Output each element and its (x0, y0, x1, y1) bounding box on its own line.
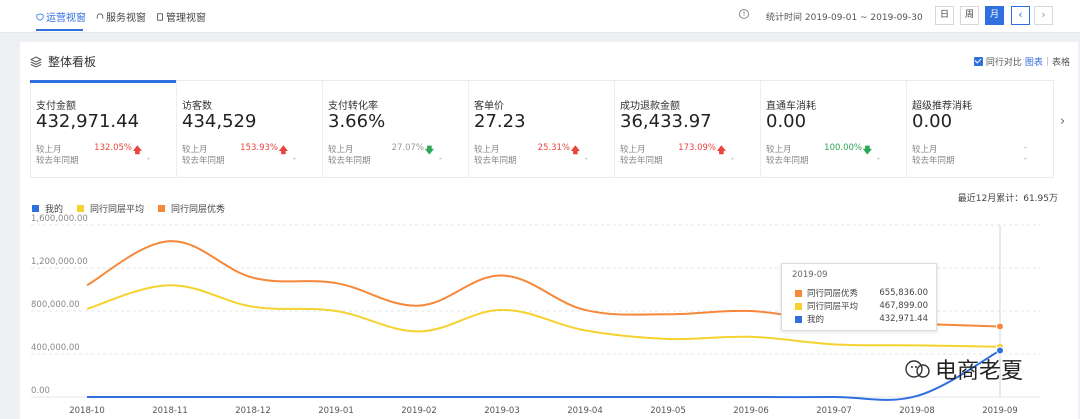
x-tick-label: 2019-01 (318, 406, 354, 416)
tooltip-swatch (795, 302, 802, 310)
x-tick-label: 2019-07 (816, 406, 852, 416)
x-tick-label: 2019-08 (899, 406, 935, 416)
tooltip-row: 同行同层平均 467,899.00 (795, 300, 928, 312)
tooltip-swatch (795, 315, 802, 323)
watermark-logo-icon (905, 360, 930, 378)
x-tick-label: 2019-09 (982, 406, 1018, 416)
tooltip-series: 同行同层平均 (807, 302, 859, 312)
tooltip-title: 2019-09 (792, 270, 828, 280)
x-tick-label: 2018-11 (152, 406, 188, 416)
tooltip-value: 432,971.44 (879, 314, 928, 324)
tooltip-value: 655,836.00 (879, 288, 928, 298)
x-tick-label: 2019-06 (733, 406, 769, 416)
y-tick-label: 1,600,000.00 (31, 214, 88, 224)
tooltip-swatch (795, 289, 802, 297)
series-line-0 (87, 349, 1001, 401)
x-tick-label: 2019-03 (484, 406, 520, 416)
tooltip-value: 467,899.00 (879, 301, 928, 311)
y-tick-label: 1,200,000.00 (31, 257, 88, 267)
y-tick-label: 0.00 (31, 386, 50, 396)
x-tick-label: 2019-02 (401, 406, 437, 416)
tooltip-series: 同行同层优秀 (807, 289, 859, 299)
chart-tooltip: 2019-09 同行同层优秀 655,836.00 同行同层平均 467,899.00… (781, 263, 937, 331)
y-tick-label: 800,000.00 (31, 300, 80, 310)
x-tick-label: 2018-12 (235, 406, 271, 416)
x-tick-label: 2018-10 (69, 406, 105, 416)
series-point-2 (996, 322, 1004, 331)
tooltip-row: 同行同层优秀 655,836.00 (795, 287, 928, 299)
x-tick-label: 2019-04 (567, 406, 603, 416)
watermark-text: 电商老夏 (935, 359, 1024, 384)
watermark: 电商老夏 (905, 353, 1023, 385)
x-tick-label: 2019-05 (650, 406, 686, 416)
tooltip-series: 我的 (807, 315, 825, 325)
tooltip-row: 我的 432,971.44 (795, 313, 928, 325)
y-tick-label: 400,000.00 (31, 343, 80, 353)
